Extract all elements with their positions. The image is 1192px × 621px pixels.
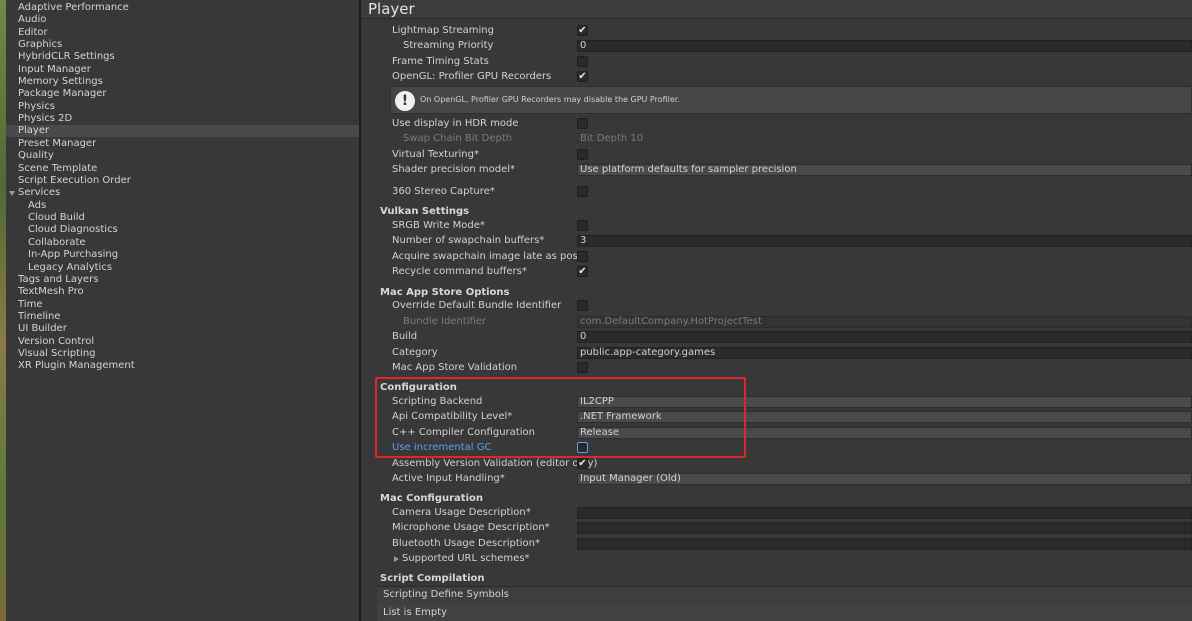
stereo-capture-label: 360 Stereo Capture*: [392, 186, 495, 197]
sidebar-item-audio[interactable]: Audio: [18, 14, 46, 26]
sidebar-item-package-manager[interactable]: Package Manager: [18, 88, 106, 100]
category-field[interactable]: public.app-category.games: [577, 347, 1192, 359]
sidebar-item-label: Player: [18, 125, 50, 136]
override-bundle-id-checkbox[interactable]: [577, 300, 588, 311]
sidebar-item-graphics[interactable]: Graphics: [18, 39, 62, 51]
shader-precision-label: Shader precision model*: [392, 164, 516, 175]
lightmap-streaming-label: Lightmap Streaming: [392, 25, 494, 36]
microphone-usage-field[interactable]: [577, 522, 1192, 534]
sidebar-item-physics-2d[interactable]: Physics 2D: [18, 113, 72, 125]
mac-store-validation-checkbox[interactable]: [577, 362, 588, 373]
sidebar-item-physics[interactable]: Physics: [18, 101, 55, 113]
sidebar-item-legacy-analytics[interactable]: Legacy Analytics: [28, 262, 112, 274]
override-bundle-id-label: Override Default Bundle Identifier: [392, 300, 562, 311]
stereo-capture-checkbox[interactable]: [577, 186, 588, 197]
swapchain-buffers-field[interactable]: 3: [577, 235, 1192, 247]
vulkan-settings-header: Vulkan Settings: [380, 206, 470, 217]
build-label: Build: [392, 331, 418, 342]
sidebar-item-collaborate[interactable]: Collaborate: [28, 237, 86, 249]
opengl-profiler-checkbox[interactable]: ✔: [577, 71, 588, 82]
scripting-define-symbols-header: Scripting Define Symbols: [377, 586, 1192, 605]
project-settings-sidebar: Adaptive Performance Audio Editor Graphi…: [6, 0, 360, 621]
sidebar-item-services[interactable]: Services: [18, 187, 60, 199]
supported-url-schemes-foldout[interactable]: Supported URL schemes*: [402, 553, 530, 565]
active-input-label: Active Input Handling*: [392, 473, 505, 484]
sidebar-item-cloud-build[interactable]: Cloud Build: [28, 212, 85, 224]
sidebar-item-xr-plugin-management[interactable]: XR Plugin Management: [18, 360, 135, 372]
virtual-texturing-label: Virtual Texturing*: [392, 149, 479, 160]
frame-timing-stats-label: Frame Timing Stats: [392, 56, 489, 67]
srgb-write-mode-label: SRGB Write Mode*: [392, 220, 485, 231]
sidebar-item-tags-and-layers[interactable]: Tags and Layers: [18, 274, 98, 286]
sidebar-item-version-control[interactable]: Version Control: [18, 336, 94, 348]
sidebar-item-quality[interactable]: Quality: [18, 150, 54, 162]
swap-chain-bit-depth-dropdown: Bit Depth 10: [580, 133, 644, 144]
swapchain-buffers-label: Number of swapchain buffers*: [392, 235, 545, 246]
frame-timing-stats-checkbox[interactable]: [577, 56, 588, 67]
streaming-priority-field[interactable]: 0: [577, 40, 1192, 52]
sidebar-item-input-manager[interactable]: Input Manager: [18, 64, 91, 76]
assembly-validation-checkbox[interactable]: ✔: [577, 458, 588, 469]
scripting-define-symbols-list: List is Empty: [377, 604, 1192, 621]
acquire-swapchain-label: Acquire swapchain image late as possible: [392, 251, 577, 262]
virtual-texturing-checkbox[interactable]: [577, 149, 588, 160]
panel-header: Player: [361, 0, 1192, 19]
mac-configuration-header: Mac Configuration: [380, 493, 484, 504]
sidebar-item-timeline[interactable]: Timeline: [18, 311, 61, 323]
acquire-swapchain-checkbox[interactable]: [577, 251, 588, 262]
recycle-command-buffers-label: Recycle command buffers*: [392, 266, 527, 277]
sidebar-item-textmesh-pro[interactable]: TextMesh Pro: [18, 286, 84, 298]
bluetooth-usage-label: Bluetooth Usage Description*: [392, 538, 541, 549]
help-message: On OpenGL, Profiler GPU Recorders may di…: [420, 95, 680, 104]
sidebar-item-cloud-diagnostics[interactable]: Cloud Diagnostics: [28, 224, 118, 236]
opengl-profiler-label: OpenGL: Profiler GPU Recorders: [392, 71, 552, 82]
sidebar-item-in-app-purchasing[interactable]: In-App Purchasing: [28, 249, 118, 261]
lightmap-streaming-checkbox[interactable]: ✔: [577, 25, 588, 36]
page-title: Player: [368, 0, 415, 18]
swap-chain-bit-depth-label: Swap Chain Bit Depth: [403, 133, 513, 144]
sidebar-item-memory-settings[interactable]: Memory Settings: [18, 76, 103, 88]
list-empty-text: List is Empty: [383, 607, 448, 618]
sidebar-item-player[interactable]: Player: [6, 125, 359, 137]
streaming-priority-label: Streaming Priority: [403, 40, 494, 51]
microphone-usage-label: Microphone Usage Description*: [392, 522, 550, 533]
sidebar-item-visual-scripting[interactable]: Visual Scripting: [18, 348, 96, 360]
mac-store-validation-label: Mac App Store Validation: [392, 362, 518, 373]
configuration-highlight: [375, 377, 746, 458]
chevron-down-icon[interactable]: [9, 191, 15, 196]
sidebar-item-preset-manager[interactable]: Preset Manager: [18, 138, 96, 150]
sidebar-item-scene-template[interactable]: Scene Template: [18, 163, 97, 175]
script-compilation-header: Script Compilation: [380, 573, 485, 584]
active-input-dropdown[interactable]: Input Manager (Old): [577, 473, 1192, 485]
warning-icon: !: [395, 91, 415, 111]
use-display-hdr-label: Use display in HDR mode: [392, 118, 519, 129]
srgb-write-mode-checkbox[interactable]: [577, 220, 588, 231]
recycle-command-buffers-checkbox[interactable]: ✔: [577, 266, 588, 277]
player-settings-panel: Player Lightmap Streaming ✔ Streaming Pr…: [361, 0, 1192, 621]
bundle-identifier-label: Bundle Identifier: [403, 316, 487, 327]
shader-precision-dropdown[interactable]: Use platform defaults for sampler precis…: [577, 164, 1192, 176]
bundle-identifier-field: com.DefaultCompany.HotProjectTest: [577, 316, 1192, 328]
camera-usage-label: Camera Usage Description*: [392, 507, 531, 518]
sidebar-item-ads[interactable]: Ads: [28, 200, 46, 212]
category-label: Category: [392, 347, 438, 358]
scripting-define-symbols-label: Scripting Define Symbols: [383, 589, 509, 600]
use-display-hdr-checkbox[interactable]: [577, 118, 588, 129]
sidebar-item-ui-builder[interactable]: UI Builder: [18, 323, 67, 335]
sidebar-item-script-execution-order[interactable]: Script Execution Order: [18, 175, 131, 187]
camera-usage-field[interactable]: [577, 507, 1192, 519]
help-box: ! On OpenGL, Profiler GPU Recorders may …: [390, 86, 1192, 114]
sidebar-item-editor[interactable]: Editor: [18, 27, 48, 39]
mac-app-store-options-header: Mac App Store Options: [380, 287, 510, 298]
sidebar-item-hybridclr-settings[interactable]: HybridCLR Settings: [18, 51, 115, 63]
build-field[interactable]: 0: [577, 331, 1192, 343]
assembly-validation-label: Assembly Version Validation (editor only…: [392, 458, 598, 469]
bluetooth-usage-field[interactable]: [577, 538, 1192, 550]
sidebar-item-adaptive-performance[interactable]: Adaptive Performance: [18, 2, 129, 14]
chevron-right-icon[interactable]: [394, 556, 399, 562]
sidebar-item-time[interactable]: Time: [18, 299, 42, 311]
